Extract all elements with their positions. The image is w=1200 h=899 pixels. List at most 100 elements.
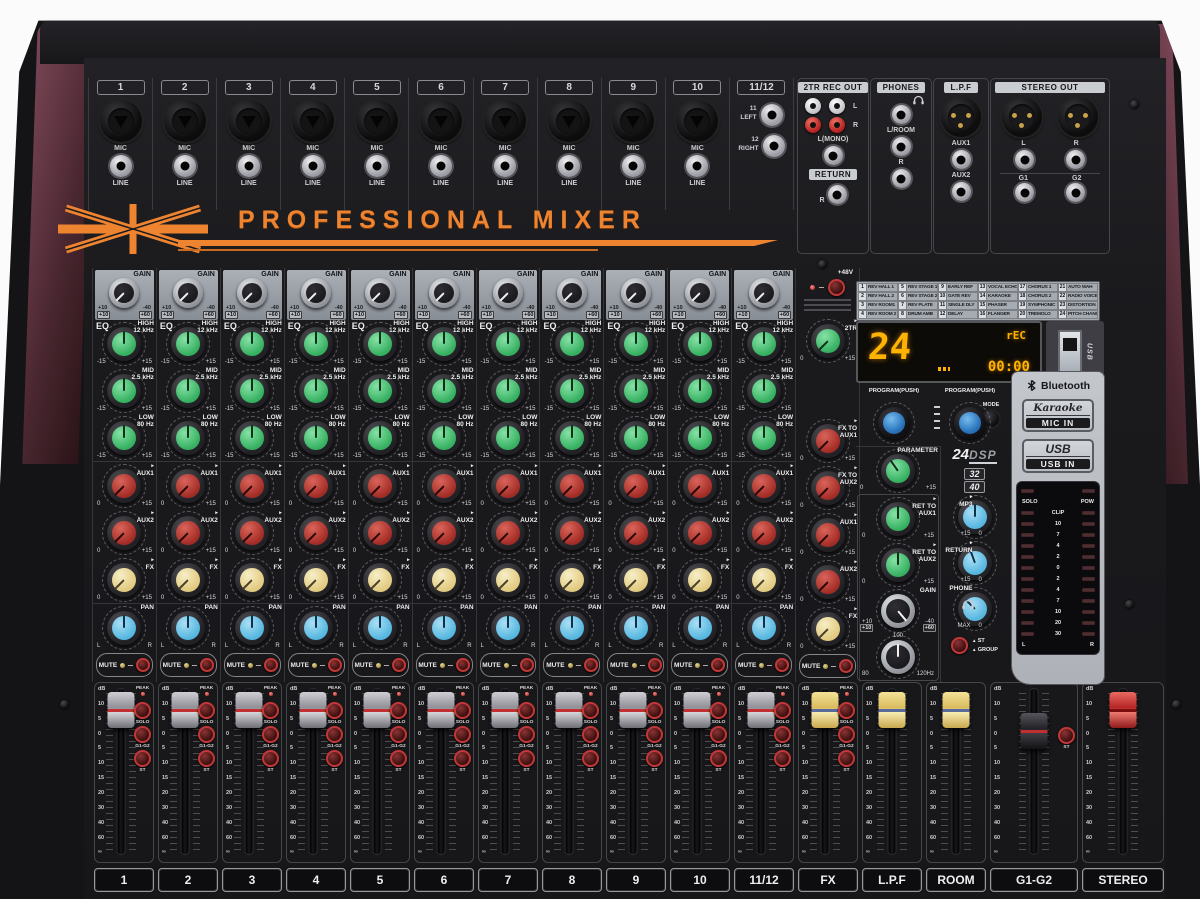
solo-button[interactable] <box>838 702 855 719</box>
fader-handle[interactable] <box>811 692 838 728</box>
g1-g2-assign-button[interactable] <box>454 726 471 743</box>
fader-handle[interactable] <box>235 692 262 728</box>
fader-handle[interactable] <box>683 692 710 728</box>
lpf-gain-knob[interactable] <box>879 592 917 630</box>
st-assign-button[interactable] <box>518 750 535 767</box>
fader-handle[interactable] <box>619 692 646 728</box>
pan-knob[interactable] <box>105 609 143 647</box>
pan-knob[interactable] <box>297 609 335 647</box>
pan-knob[interactable] <box>361 609 399 647</box>
fader-track[interactable] <box>618 689 648 854</box>
mute-button[interactable] <box>711 658 725 672</box>
mute-button[interactable] <box>392 658 406 672</box>
gain-knob[interactable] <box>299 276 333 310</box>
pan-knob[interactable] <box>617 609 655 647</box>
mute-button[interactable] <box>328 658 342 672</box>
fader-handle[interactable] <box>491 692 518 728</box>
pan-knob[interactable] <box>489 609 527 647</box>
pan-knob[interactable] <box>745 609 783 647</box>
g1-g2-assign-button[interactable] <box>774 726 791 743</box>
solo-button[interactable] <box>326 702 343 719</box>
fader-track[interactable] <box>682 689 712 854</box>
fader-handle[interactable] <box>879 692 906 728</box>
fader-track[interactable] <box>877 689 907 854</box>
fx-send-knob[interactable] <box>489 561 527 599</box>
fader-track[interactable] <box>426 689 456 854</box>
solo-button[interactable] <box>518 702 535 719</box>
fader-track[interactable] <box>554 689 584 854</box>
mute-button[interactable] <box>775 658 789 672</box>
2tr-knob[interactable] <box>809 322 847 360</box>
fader-track[interactable] <box>1108 689 1138 854</box>
st-assign-button[interactable] <box>134 750 151 767</box>
fader-track[interactable] <box>362 689 392 854</box>
st-assign-button[interactable] <box>710 750 727 767</box>
gain-knob[interactable] <box>363 276 397 310</box>
mute-button[interactable] <box>584 658 598 672</box>
st-assign-button[interactable] <box>838 750 855 767</box>
st-assign-button[interactable] <box>390 750 407 767</box>
fader-handle[interactable] <box>1110 692 1137 728</box>
st-assign-button[interactable] <box>326 750 343 767</box>
pan-knob[interactable] <box>425 609 463 647</box>
st-assign-button[interactable] <box>582 750 599 767</box>
solo-button[interactable] <box>646 702 663 719</box>
g1-g2-assign-button[interactable] <box>582 726 599 743</box>
program-knob-2[interactable] <box>952 405 988 441</box>
fader-handle[interactable] <box>427 692 454 728</box>
fx-send-knob[interactable] <box>745 561 783 599</box>
solo-button[interactable] <box>582 702 599 719</box>
g1-g2-assign-button[interactable] <box>518 726 535 743</box>
fader-handle[interactable] <box>1021 713 1048 749</box>
solo-button[interactable] <box>198 702 215 719</box>
st-assign-button[interactable] <box>198 750 215 767</box>
gain-knob[interactable] <box>107 276 141 310</box>
g1-g2-assign-button[interactable] <box>710 726 727 743</box>
g1-g2-assign-button[interactable] <box>646 726 663 743</box>
fader-handle[interactable] <box>107 692 134 728</box>
gain-knob[interactable] <box>683 276 717 310</box>
fader-track[interactable] <box>234 689 264 854</box>
mute-button[interactable] <box>136 658 150 672</box>
usb-port[interactable] <box>1058 330 1082 374</box>
solo-button[interactable] <box>774 702 791 719</box>
pan-knob[interactable] <box>681 609 719 647</box>
program-knob-1[interactable] <box>876 405 912 441</box>
gain-knob[interactable] <box>491 276 525 310</box>
gain-knob[interactable] <box>619 276 653 310</box>
fx-send-knob[interactable] <box>425 561 463 599</box>
fader-track[interactable] <box>810 689 840 854</box>
st-assign-button[interactable] <box>262 750 279 767</box>
solo-button[interactable] <box>134 702 151 719</box>
mute-button[interactable] <box>648 658 662 672</box>
fader-handle[interactable] <box>555 692 582 728</box>
pan-knob[interactable] <box>169 609 207 647</box>
mute-button[interactable] <box>839 659 853 673</box>
mute-button[interactable] <box>456 658 470 672</box>
st-assign-button[interactable] <box>1058 727 1075 744</box>
fader-handle[interactable] <box>747 692 774 728</box>
g1-g2-assign-button[interactable] <box>326 726 343 743</box>
g1-g2-assign-button[interactable] <box>390 726 407 743</box>
fx-level-knob[interactable] <box>809 610 847 648</box>
g1-g2-assign-button[interactable] <box>134 726 151 743</box>
fader-track[interactable] <box>746 689 776 854</box>
fader-track[interactable] <box>490 689 520 854</box>
fader-track[interactable] <box>298 689 328 854</box>
solo-button[interactable] <box>710 702 727 719</box>
st-assign-button[interactable] <box>454 750 471 767</box>
fader-handle[interactable] <box>171 692 198 728</box>
fader-track[interactable] <box>106 689 136 854</box>
mute-button[interactable] <box>200 658 214 672</box>
st-group-button[interactable] <box>951 637 968 654</box>
fx-send-knob[interactable] <box>297 561 335 599</box>
fx-send-knob[interactable] <box>361 561 399 599</box>
phantom-button[interactable] <box>828 279 845 296</box>
pan-knob[interactable] <box>553 609 591 647</box>
fader-track[interactable] <box>170 689 200 854</box>
gain-knob[interactable] <box>235 276 269 310</box>
fader-handle[interactable] <box>299 692 326 728</box>
gain-knob[interactable] <box>427 276 461 310</box>
fader-handle[interactable] <box>363 692 390 728</box>
gain-knob[interactable] <box>555 276 589 310</box>
